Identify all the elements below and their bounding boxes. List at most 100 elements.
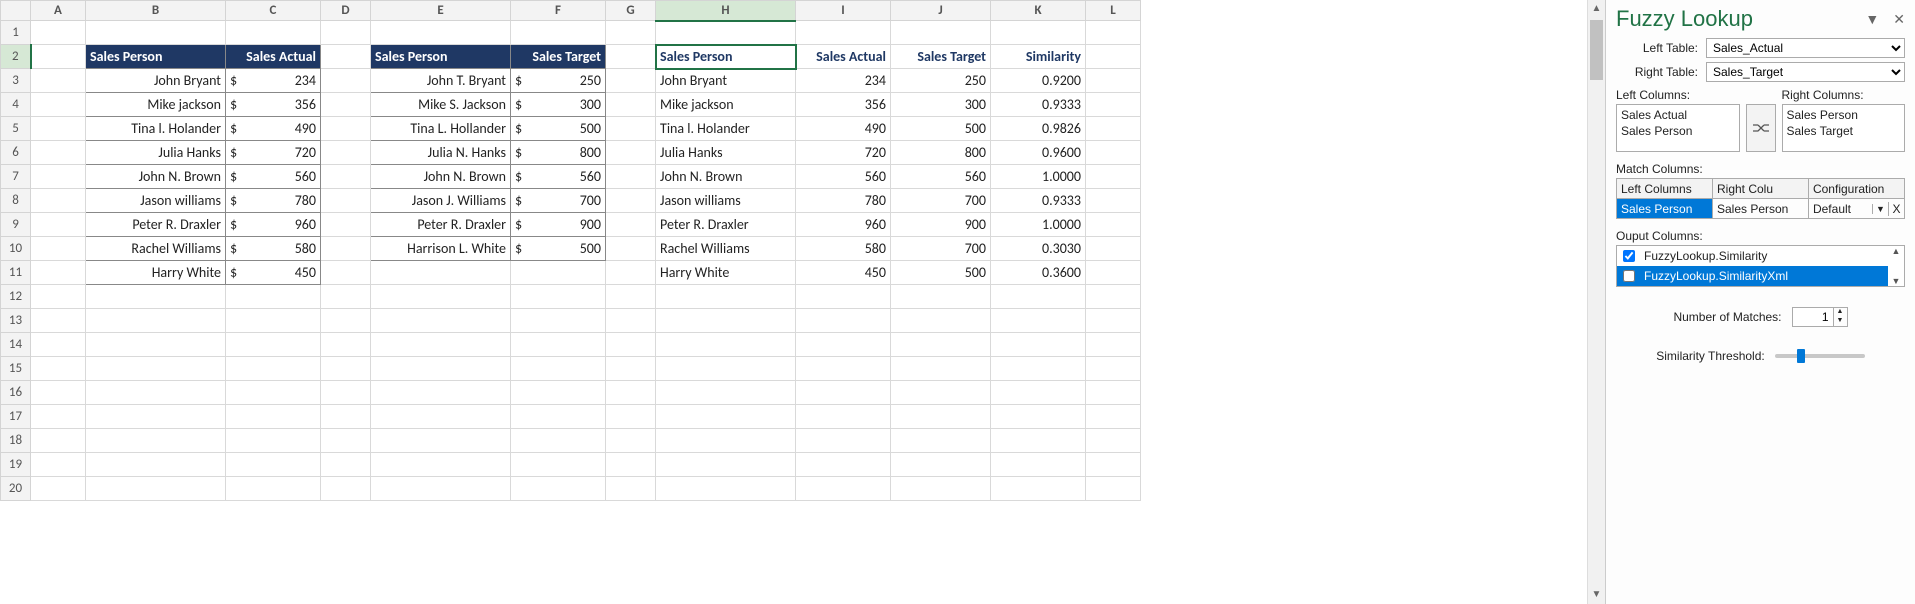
cell-E16[interactable] xyxy=(371,381,511,405)
cell-H5[interactable]: Tina l. Holander xyxy=(656,117,796,141)
row-header-16[interactable]: 16 xyxy=(1,381,31,405)
cell-H17[interactable] xyxy=(656,405,796,429)
cell-A15[interactable] xyxy=(31,357,86,381)
cell-A2[interactable] xyxy=(31,45,86,69)
cell-H13[interactable] xyxy=(656,309,796,333)
cell-J6[interactable]: 800 xyxy=(891,141,991,165)
cell-K14[interactable] xyxy=(991,333,1086,357)
cell-I5[interactable]: 490 xyxy=(796,117,891,141)
vertical-scrollbar[interactable]: ▲ ▼ xyxy=(1587,0,1605,604)
cell-C11[interactable]: $450 xyxy=(226,261,321,285)
cell-A8[interactable] xyxy=(31,189,86,213)
cell-G15[interactable] xyxy=(606,357,656,381)
cell-E6[interactable]: Julia N. Hanks xyxy=(371,141,511,165)
cell-E19[interactable] xyxy=(371,453,511,477)
panel-close-icon[interactable]: ✕ xyxy=(1893,11,1905,28)
cell-I19[interactable] xyxy=(796,453,891,477)
cell-D2[interactable] xyxy=(321,45,371,69)
cell-K20[interactable] xyxy=(991,477,1086,501)
output-scroll-up-icon[interactable]: ▲ xyxy=(1892,246,1901,256)
col-header-I[interactable]: I xyxy=(796,1,891,21)
cell-H4[interactable]: Mike jackson xyxy=(656,93,796,117)
cell-K8[interactable]: 0.9333 xyxy=(991,189,1086,213)
cell-I11[interactable]: 450 xyxy=(796,261,891,285)
cell-A10[interactable] xyxy=(31,237,86,261)
cell-C8[interactable]: $780 xyxy=(226,189,321,213)
cell-D14[interactable] xyxy=(321,333,371,357)
cell-H3[interactable]: John Bryant xyxy=(656,69,796,93)
cell-B12[interactable] xyxy=(86,285,226,309)
cell-F17[interactable] xyxy=(511,405,606,429)
cell-G3[interactable] xyxy=(606,69,656,93)
cell-J19[interactable] xyxy=(891,453,991,477)
cell-F8[interactable]: $700 xyxy=(511,189,606,213)
cell-J13[interactable] xyxy=(891,309,991,333)
cell-H1[interactable] xyxy=(656,21,796,45)
row-header-12[interactable]: 12 xyxy=(1,285,31,309)
cell-K9[interactable]: 1.0000 xyxy=(991,213,1086,237)
cell-C7[interactable]: $560 xyxy=(226,165,321,189)
cell-C18[interactable] xyxy=(226,429,321,453)
row-header-6[interactable]: 6 xyxy=(1,141,31,165)
col-header-E[interactable]: E xyxy=(371,1,511,21)
cell-D13[interactable] xyxy=(321,309,371,333)
cell-L20[interactable] xyxy=(1086,477,1141,501)
cell-G12[interactable] xyxy=(606,285,656,309)
cell-D15[interactable] xyxy=(321,357,371,381)
row-header-9[interactable]: 9 xyxy=(1,213,31,237)
cell-K16[interactable] xyxy=(991,381,1086,405)
cell-K11[interactable]: 0.3600 xyxy=(991,261,1086,285)
cell-E8[interactable]: Jason J. Williams xyxy=(371,189,511,213)
cell-K4[interactable]: 0.9333 xyxy=(991,93,1086,117)
cell-A6[interactable] xyxy=(31,141,86,165)
col-header-G[interactable]: G xyxy=(606,1,656,21)
cell-E1[interactable] xyxy=(371,21,511,45)
cell-K5[interactable]: 0.9826 xyxy=(991,117,1086,141)
cell-I7[interactable]: 560 xyxy=(796,165,891,189)
cell-A19[interactable] xyxy=(31,453,86,477)
cell-G17[interactable] xyxy=(606,405,656,429)
cell-B2[interactable]: Sales Person xyxy=(86,45,226,69)
cell-F4[interactable]: $300 xyxy=(511,93,606,117)
cell-E4[interactable]: Mike S. Jackson xyxy=(371,93,511,117)
cell-J5[interactable]: 500 xyxy=(891,117,991,141)
cell-E15[interactable] xyxy=(371,357,511,381)
cell-C3[interactable]: $234 xyxy=(226,69,321,93)
cell-B4[interactable]: Mike jackson xyxy=(86,93,226,117)
cell-D5[interactable] xyxy=(321,117,371,141)
cell-J20[interactable] xyxy=(891,477,991,501)
cell-J2[interactable]: Sales Target xyxy=(891,45,991,69)
cell-C12[interactable] xyxy=(226,285,321,309)
cell-K7[interactable]: 1.0000 xyxy=(991,165,1086,189)
threshold-knob[interactable] xyxy=(1797,349,1805,363)
cell-D11[interactable] xyxy=(321,261,371,285)
cell-I3[interactable]: 234 xyxy=(796,69,891,93)
cell-H6[interactable]: Julia Hanks xyxy=(656,141,796,165)
col-header-H[interactable]: H xyxy=(656,1,796,21)
row-header-1[interactable]: 1 xyxy=(1,21,31,45)
cell-D20[interactable] xyxy=(321,477,371,501)
cell-A7[interactable] xyxy=(31,165,86,189)
cell-L6[interactable] xyxy=(1086,141,1141,165)
cell-A1[interactable] xyxy=(31,21,86,45)
row-header-8[interactable]: 8 xyxy=(1,189,31,213)
cell-B14[interactable] xyxy=(86,333,226,357)
cell-H19[interactable] xyxy=(656,453,796,477)
cell-J16[interactable] xyxy=(891,381,991,405)
cell-B15[interactable] xyxy=(86,357,226,381)
cell-C1[interactable] xyxy=(226,21,321,45)
row-header-15[interactable]: 15 xyxy=(1,357,31,381)
row-header-4[interactable]: 4 xyxy=(1,93,31,117)
cell-I8[interactable]: 780 xyxy=(796,189,891,213)
cell-L7[interactable] xyxy=(1086,165,1141,189)
cell-B16[interactable] xyxy=(86,381,226,405)
cell-L18[interactable] xyxy=(1086,429,1141,453)
cell-E18[interactable] xyxy=(371,429,511,453)
cell-F10[interactable]: $500 xyxy=(511,237,606,261)
cell-I1[interactable] xyxy=(796,21,891,45)
cell-B7[interactable]: John N. Brown xyxy=(86,165,226,189)
cell-L15[interactable] xyxy=(1086,357,1141,381)
cell-J14[interactable] xyxy=(891,333,991,357)
cell-L10[interactable] xyxy=(1086,237,1141,261)
cell-C16[interactable] xyxy=(226,381,321,405)
